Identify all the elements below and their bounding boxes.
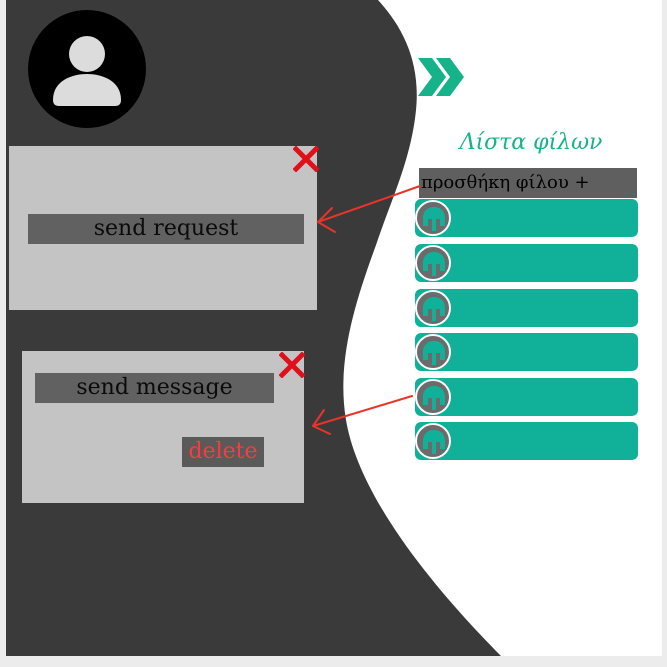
friend-list-item[interactable] <box>415 333 638 371</box>
friends-list-title: Λίστα φίλων <box>459 130 603 155</box>
close-icon[interactable] <box>279 352 305 378</box>
app-canvas: Λίστα φίλων προσθήκη φίλου + send reques… <box>6 0 662 656</box>
friend-avatar <box>415 334 451 370</box>
send-message-button[interactable]: send message <box>35 373 274 403</box>
add-friend-button[interactable]: προσθήκη φίλου + <box>419 168 637 198</box>
user-silhouette-icon <box>53 36 121 106</box>
profile-avatar[interactable] <box>28 10 146 128</box>
friend-avatar <box>415 290 451 326</box>
friend-list-item[interactable] <box>415 199 638 237</box>
friend-list-item[interactable] <box>415 378 638 416</box>
friend-list-item[interactable] <box>415 422 638 460</box>
helmet-icon <box>423 252 445 276</box>
friend-list-item[interactable] <box>415 244 638 282</box>
friend-avatar <box>415 245 451 281</box>
helmet-icon <box>423 207 445 231</box>
send-request-button[interactable]: send request <box>28 214 304 244</box>
friend-actions-panel: send message delete <box>22 351 305 503</box>
friend-avatar <box>415 423 451 459</box>
helmet-icon <box>423 386 445 410</box>
double-chevron-right-icon[interactable] <box>416 54 468 100</box>
delete-friend-button[interactable]: delete <box>182 437 264 467</box>
send-request-panel: send request <box>9 146 319 310</box>
friend-avatar <box>415 379 451 415</box>
helmet-icon <box>423 341 445 365</box>
helmet-icon <box>423 297 445 321</box>
friend-list-item[interactable] <box>415 289 638 327</box>
helmet-icon <box>423 430 445 454</box>
friend-avatar <box>415 200 451 236</box>
close-icon[interactable] <box>293 146 319 172</box>
